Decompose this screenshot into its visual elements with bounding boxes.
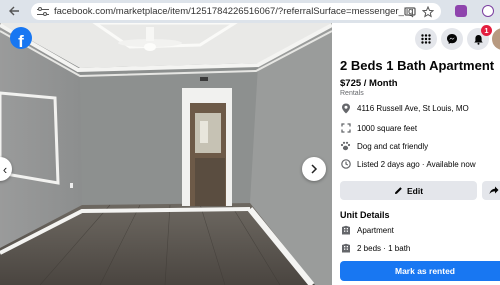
- edit-button[interactable]: Edit: [340, 181, 477, 200]
- next-photo-button[interactable]: [302, 157, 326, 181]
- unit-row-type: Apartment: [340, 224, 394, 236]
- info-row-listed: Listed 2 days ago · Available now: [340, 158, 476, 170]
- header-icons: 1: [332, 25, 500, 50]
- building-icon: [340, 225, 351, 236]
- info-row-location: 4116 Russell Ave, St Louis, MO: [340, 102, 469, 114]
- listing-category[interactable]: Rentals: [340, 90, 364, 97]
- share-icon: [489, 186, 499, 194]
- site-settings-icon[interactable]: [37, 6, 49, 18]
- bell-icon: [473, 34, 483, 45]
- room-photo-image: [0, 23, 332, 285]
- info-text: Listed 2 days ago · Available now: [357, 159, 476, 169]
- mark-as-rented-button[interactable]: Mark as rented: [340, 261, 500, 281]
- paw-icon: [340, 141, 351, 152]
- browser-toolbar: facebook.com/marketplace/item/1251784226…: [0, 0, 500, 23]
- pencil-icon: [394, 187, 402, 194]
- page-info-icon[interactable]: [6, 3, 22, 19]
- messenger-button[interactable]: [441, 28, 463, 50]
- chevron-right-icon: [311, 164, 318, 174]
- building-icon: [340, 243, 351, 254]
- grid-menu-icon: [421, 34, 431, 44]
- unit-row-rooms: 2 beds · 1 bath: [340, 242, 410, 254]
- location-pin-icon: [340, 103, 351, 114]
- url-text: facebook.com/marketplace/item/1251784226…: [54, 6, 414, 17]
- unit-detail-text: 2 beds · 1 bath: [357, 243, 411, 253]
- info-row-area: 1000 square feet: [340, 122, 417, 134]
- listing-price: $725 / Month: [340, 78, 398, 89]
- cast-icon[interactable]: [403, 5, 416, 18]
- info-text[interactable]: 4116 Russell Ave, St Louis, MO: [357, 104, 469, 113]
- notifications-button[interactable]: 1: [467, 25, 492, 50]
- listing-details-panel: 1 2 Beds 1 Bath Apartment $725 / Month R…: [332, 23, 500, 285]
- messenger-icon: [447, 34, 457, 44]
- listing-title: 2 Beds 1 Bath Apartment: [340, 58, 495, 73]
- unit-detail-text: Apartment: [357, 225, 394, 235]
- bookmark-star-icon[interactable]: [421, 5, 434, 18]
- address-bar[interactable]: facebook.com/marketplace/item/1251784226…: [31, 3, 441, 20]
- chevron-left-icon: ‹: [2, 161, 8, 177]
- unit-details-heading: Unit Details: [340, 210, 390, 220]
- menu-button[interactable]: [415, 28, 437, 50]
- account-avatar[interactable]: [492, 28, 500, 50]
- area-icon: [340, 123, 351, 134]
- edit-label: Edit: [406, 185, 424, 196]
- info-text: Dog and cat friendly: [357, 141, 429, 151]
- facebook-logo[interactable]: f: [10, 27, 32, 49]
- share-button[interactable]: [482, 181, 500, 200]
- info-row-pets: Dog and cat friendly: [340, 140, 428, 152]
- clock-icon: [340, 159, 351, 170]
- extension-icon[interactable]: [455, 5, 467, 17]
- profile-icon[interactable]: [482, 5, 494, 17]
- listing-photo: f ‹: [0, 23, 332, 285]
- info-text: 1000 square feet: [357, 123, 418, 133]
- notification-badge: 1: [481, 25, 492, 36]
